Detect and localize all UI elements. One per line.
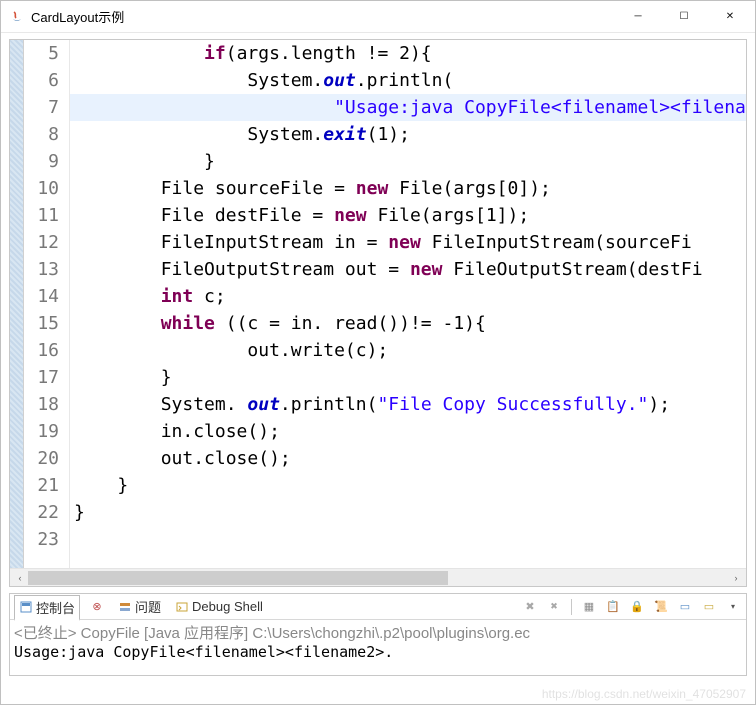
toolbar-separator	[571, 599, 572, 615]
line-number: 9	[24, 148, 59, 175]
line-number: 22	[24, 499, 59, 526]
line-number: 5	[24, 40, 59, 67]
console-dropdown-icon[interactable]: ▾	[724, 598, 742, 616]
scroll-lock-button[interactable]: 🔒	[628, 598, 646, 616]
minimize-button[interactable]: ─	[615, 2, 661, 32]
code-line[interactable]	[70, 526, 746, 553]
folding-gutter[interactable]	[10, 40, 24, 568]
line-number-gutter[interactable]: 567891011121314151617181920212223	[24, 40, 70, 568]
line-number: 12	[24, 229, 59, 256]
problems-icon	[118, 600, 132, 614]
word-wrap-button[interactable]: 📜	[652, 598, 670, 616]
scroll-left-icon[interactable]: ‹	[12, 571, 28, 585]
code-line[interactable]: while ((c = in. read())!= -1){	[70, 310, 746, 337]
code-line[interactable]: File sourceFile = new File(args[0]);	[70, 175, 746, 202]
code-line[interactable]: System. out.println("File Copy Successfu…	[70, 391, 746, 418]
line-number: 7	[24, 94, 59, 121]
code-line[interactable]: File destFile = new File(args[1]);	[70, 202, 746, 229]
tab-problems[interactable]: 问题	[114, 595, 165, 618]
maximize-button[interactable]: ☐	[661, 2, 707, 32]
code-line[interactable]: }	[70, 499, 746, 526]
code-line[interactable]: out.close();	[70, 445, 746, 472]
tab-pin[interactable]: ⊗	[86, 598, 108, 616]
debug-shell-icon	[175, 600, 189, 614]
line-number: 8	[24, 121, 59, 148]
scroll-track[interactable]	[28, 571, 728, 585]
scroll-right-icon[interactable]: ›	[728, 571, 744, 585]
tab-debug-shell[interactable]: Debug Shell	[171, 597, 267, 616]
scroll-thumb[interactable]	[28, 571, 448, 585]
line-number: 10	[24, 175, 59, 202]
tab-problems-label: 问题	[135, 597, 161, 616]
watermark-text: https://blog.csdn.net/weixin_47052907	[542, 687, 746, 701]
code-line[interactable]: }	[70, 148, 746, 175]
code-line[interactable]: FileInputStream in = new FileInputStream…	[70, 229, 746, 256]
code-line[interactable]: }	[70, 472, 746, 499]
code-editor: 567891011121314151617181920212223 if(arg…	[9, 39, 747, 587]
line-number: 21	[24, 472, 59, 499]
code-line[interactable]: int c;	[70, 283, 746, 310]
line-number: 17	[24, 364, 59, 391]
line-number: 20	[24, 445, 59, 472]
horizontal-scrollbar[interactable]: ‹ ›	[10, 568, 746, 586]
remove-all-launches-button[interactable]: ✖	[545, 598, 563, 616]
line-number: 13	[24, 256, 59, 283]
tab-console[interactable]: 控制台	[14, 595, 80, 621]
tab-debug-label: Debug Shell	[192, 599, 263, 614]
line-number: 15	[24, 310, 59, 337]
line-number: 18	[24, 391, 59, 418]
close-button[interactable]: ✕	[707, 2, 753, 32]
code-line[interactable]: FileOutputStream out = new FileOutputStr…	[70, 256, 746, 283]
line-number: 19	[24, 418, 59, 445]
code-line[interactable]: System.out.println(	[70, 67, 746, 94]
window-title: CardLayout示例	[31, 7, 615, 26]
line-number: 14	[24, 283, 59, 310]
copy-button[interactable]: 📋	[604, 598, 622, 616]
line-number: 11	[24, 202, 59, 229]
console-output[interactable]: <已终止> CopyFile [Java 应用程序] C:\Users\chon…	[10, 620, 746, 675]
display-console-button[interactable]: ▭	[676, 598, 694, 616]
console-stdout-line: Usage:java CopyFile<filenamel><filename2…	[14, 643, 742, 661]
pin-icon: ⊗	[90, 600, 104, 614]
console-tabbar: 控制台 ⊗ 问题 Debug Shell ✖ ✖ ▦ 📋 🔒 📜 ▭ ▭ ▾	[10, 594, 746, 620]
console-panel: 控制台 ⊗ 问题 Debug Shell ✖ ✖ ▦ 📋 🔒 📜 ▭ ▭ ▾ <…	[9, 593, 747, 676]
code-line[interactable]: out.write(c);	[70, 337, 746, 364]
remove-launch-button[interactable]: ✖	[521, 598, 539, 616]
code-line[interactable]: "Usage:java CopyFile<filenamel><filena	[70, 94, 746, 121]
titlebar: CardLayout示例 ─ ☐ ✕	[1, 1, 755, 33]
code-line[interactable]: System.exit(1);	[70, 121, 746, 148]
console-termination-line: <已终止> CopyFile [Java 应用程序] C:\Users\chon…	[14, 622, 742, 643]
open-console-button[interactable]: ▭	[700, 598, 718, 616]
window-controls: ─ ☐ ✕	[615, 2, 753, 32]
line-number: 16	[24, 337, 59, 364]
java-app-icon	[9, 9, 25, 25]
console-icon	[19, 600, 33, 614]
line-number: 23	[24, 526, 59, 553]
code-line[interactable]: }	[70, 364, 746, 391]
code-line[interactable]: in.close();	[70, 418, 746, 445]
code-line[interactable]: if(args.length != 2){	[70, 40, 746, 67]
tab-console-label: 控制台	[36, 598, 75, 617]
code-area[interactable]: if(args.length != 2){ System.out.println…	[70, 40, 746, 568]
line-number: 6	[24, 67, 59, 94]
clear-console-button[interactable]: ▦	[580, 598, 598, 616]
